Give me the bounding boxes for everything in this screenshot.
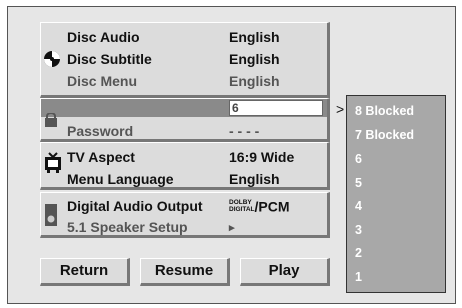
speaker-setup-arrow-icon: ▸ (229, 222, 235, 234)
disc-subtitle-row[interactable]: Disc Subtitle English (41, 49, 327, 69)
speaker-setup-label: 5.1 Speaker Setup (67, 219, 188, 235)
tv-aspect-value: 16:9 Wide (229, 149, 295, 165)
rating-option-3[interactable]: 3 (355, 223, 362, 237)
disc-menu-label: Disc Menu (67, 73, 138, 89)
rating-listbox[interactable]: 8 Blocked 7 Blocked 6 5 4 3 2 1 (346, 95, 446, 293)
digital-audio-output-value: DOLBY DIGITAL /PCM (229, 198, 290, 215)
rating-option-6[interactable]: 6 (355, 152, 362, 166)
resume-button[interactable]: Resume (140, 258, 230, 286)
rating-option-8[interactable]: 8 Blocked (355, 104, 414, 118)
password-label: Password (67, 123, 134, 139)
disc-icon (44, 51, 60, 67)
menu-language-row[interactable]: Menu Language English (41, 169, 327, 189)
menu-language-value: English (229, 171, 280, 187)
digital-audio-output-label: Digital Audio Output (67, 198, 203, 214)
disc-menu-row[interactable]: Disc Menu English (41, 71, 327, 91)
rating-option-2[interactable]: 2 (355, 246, 362, 260)
password-value: - - - - (229, 123, 260, 139)
password-row[interactable]: Password - - - - (41, 121, 327, 141)
tv-aspect-row[interactable]: TV Aspect 16:9 Wide (41, 147, 327, 167)
audio-panel: Digital Audio Output DOLBY DIGITAL /PCM … (40, 192, 330, 238)
return-button[interactable]: Return (40, 258, 130, 286)
rating-option-1[interactable]: 1 (355, 270, 362, 284)
play-button[interactable]: Play (240, 258, 330, 286)
disc-subtitle-label: Disc Subtitle (67, 51, 152, 67)
rating-row[interactable]: 6 (41, 99, 327, 117)
disc-audio-row[interactable]: Disc Audio English (41, 27, 327, 47)
rating-option-7[interactable]: 7 Blocked (355, 128, 414, 142)
disc-audio-label: Disc Audio (67, 29, 140, 45)
disc-language-panel: Disc Audio English Disc Subtitle English… (40, 22, 330, 98)
rating-option-5[interactable]: 5 (355, 176, 362, 190)
speaker-setup-row[interactable]: 5.1 Speaker Setup ▸ (41, 217, 327, 237)
digital-audio-output-row[interactable]: Digital Audio Output DOLBY DIGITAL /PCM (41, 196, 327, 216)
rating-option-4[interactable]: 4 (355, 199, 362, 213)
menu-language-label: Menu Language (67, 171, 174, 187)
dolby-digital-logo: DOLBY DIGITAL (229, 199, 255, 214)
rating-value: 6 (229, 100, 323, 116)
disc-audio-value: English (229, 29, 280, 45)
disc-subtitle-value: English (229, 51, 280, 67)
disc-menu-value: English (229, 73, 280, 89)
tv-aspect-label: TV Aspect (67, 149, 135, 165)
display-panel: TV Aspect 16:9 Wide Menu Language Englis… (40, 142, 330, 190)
chevron-right-icon: > (336, 101, 345, 117)
parental-lock-panel: 6 Password - - - - (40, 98, 330, 142)
